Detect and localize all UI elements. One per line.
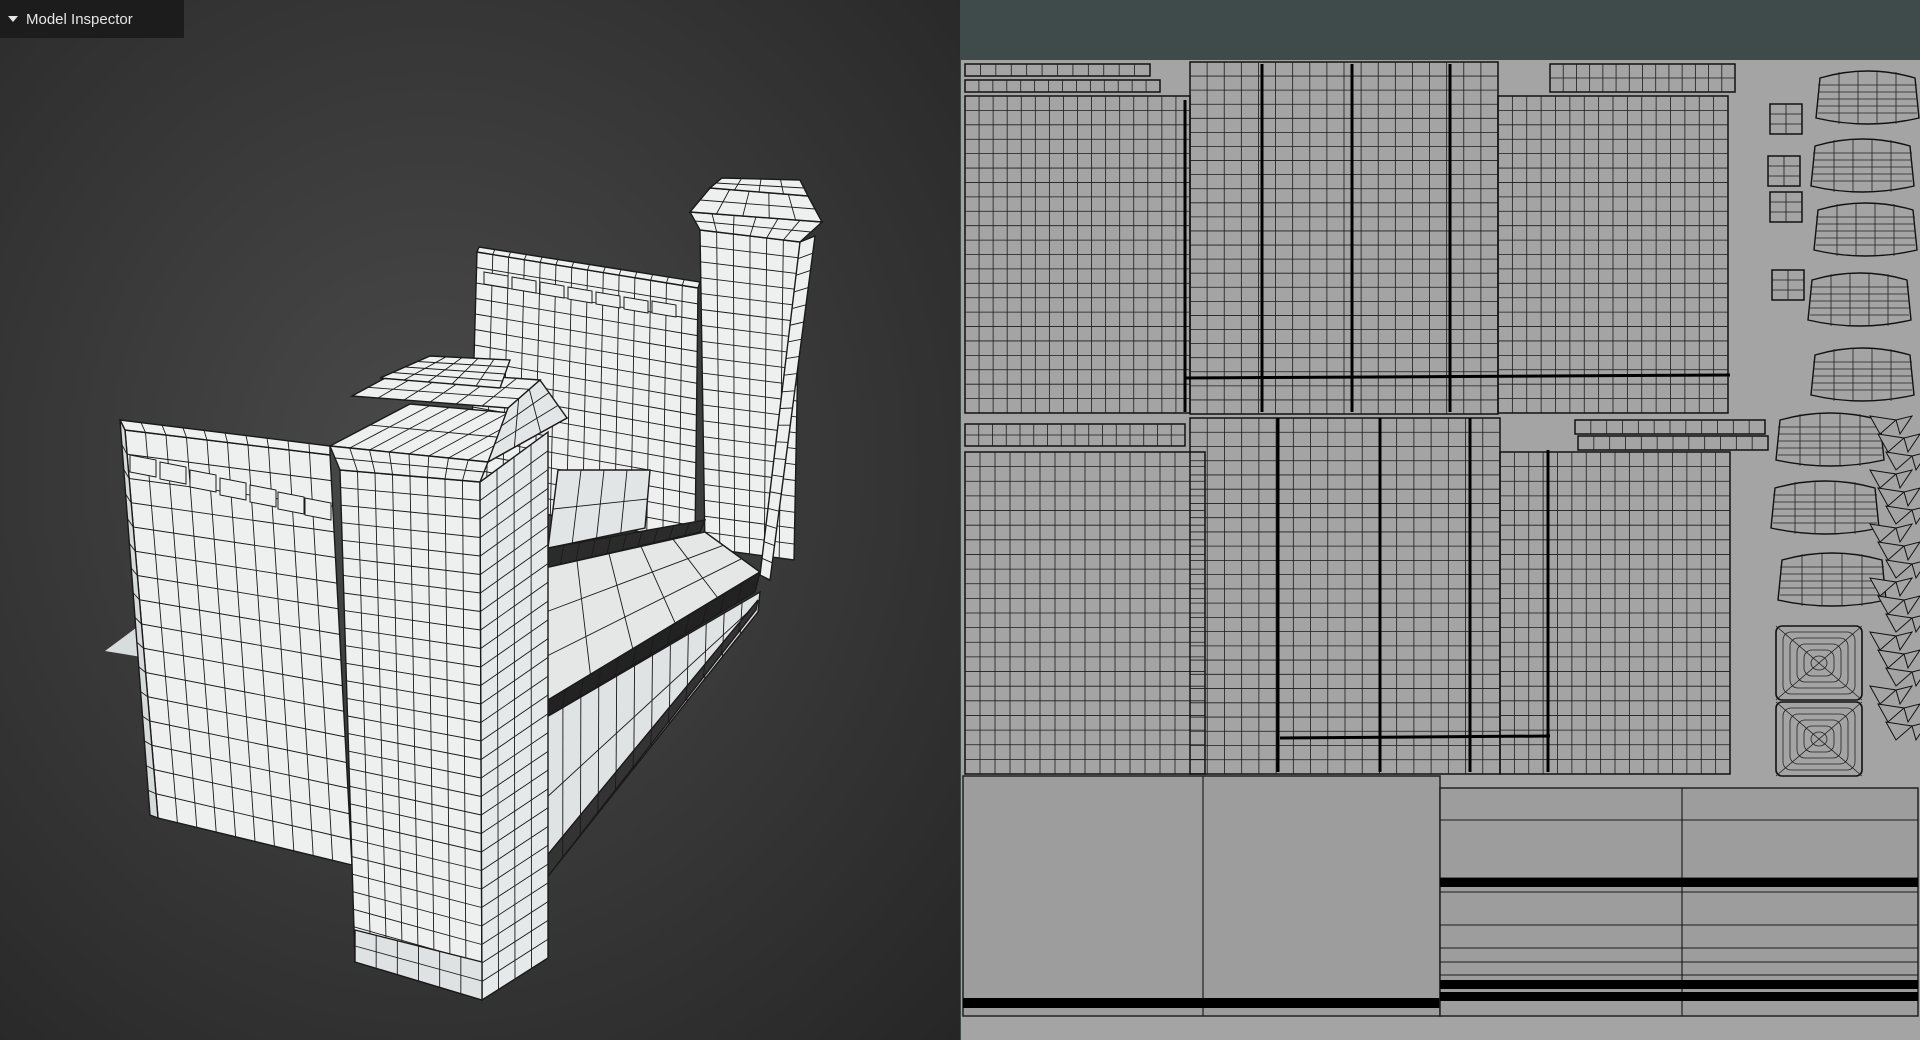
front-pillar-side — [479, 430, 549, 1002]
uv-pillar-top-island — [1775, 625, 1863, 701]
uv-cap-island — [1777, 552, 1887, 607]
model-inspector-label: Model Inspector — [26, 10, 133, 28]
uv-editor[interactable] — [960, 0, 1920, 1040]
uv-cap-island — [1770, 480, 1880, 535]
uv-layout — [961, 60, 1920, 1040]
uv-pillar-top-island — [1775, 701, 1863, 777]
front-pillar-face — [339, 469, 483, 1001]
uv-cap-island — [1807, 272, 1912, 327]
wireframe-mesh — [105, 177, 824, 1002]
model-inspector-toggle[interactable]: Model Inspector — [0, 0, 184, 38]
uv-cap-island — [1813, 202, 1918, 257]
uv-cap-island — [1815, 70, 1920, 125]
uv-seam — [1279, 734, 1551, 740]
uv-cap-island — [1810, 347, 1915, 402]
uv-bottom-islands — [962, 775, 1919, 1017]
uv-cap-island — [1775, 412, 1885, 467]
3d-viewport[interactable]: Model Inspector — [0, 0, 960, 1040]
uv-cap-island — [1810, 138, 1915, 193]
caret-down-icon — [8, 16, 18, 22]
